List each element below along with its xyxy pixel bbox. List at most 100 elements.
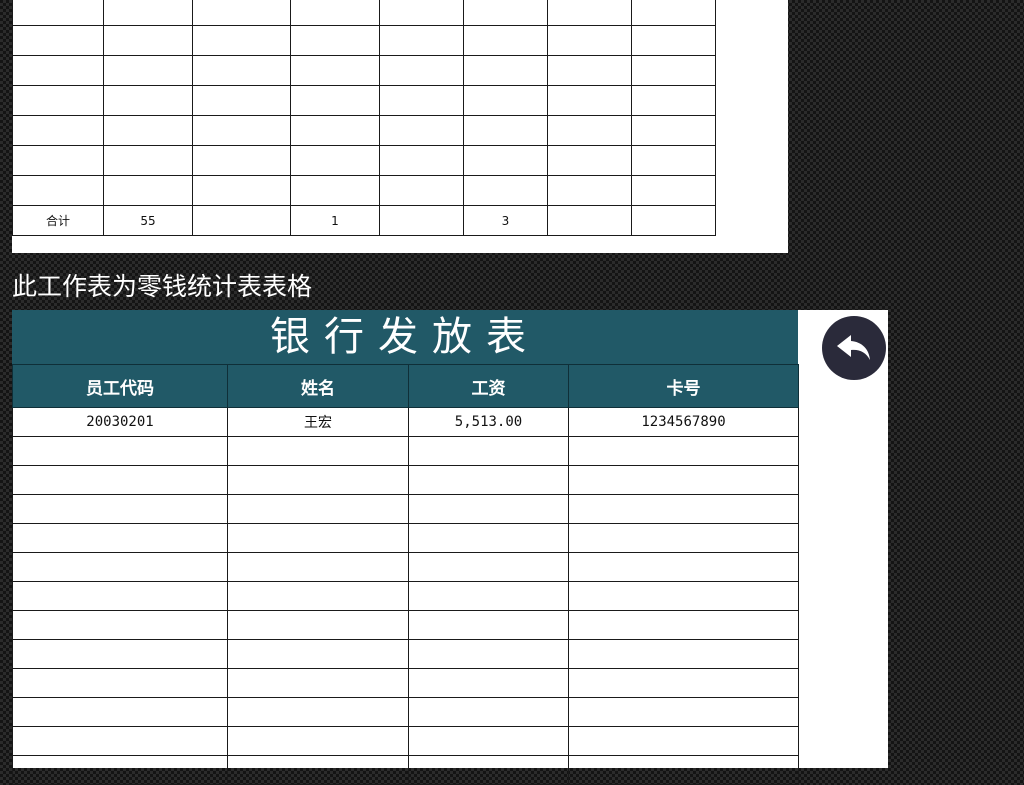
- table-cell[interactable]: [408, 465, 569, 495]
- table-cell[interactable]: [192, 0, 291, 26]
- table-cell[interactable]: [192, 55, 291, 86]
- table-cell[interactable]: [408, 668, 569, 698]
- table-cell[interactable]: [12, 436, 228, 466]
- table-cell[interactable]: [227, 610, 409, 640]
- table-cell[interactable]: [227, 668, 409, 698]
- table-cell[interactable]: [568, 465, 799, 495]
- table-cell[interactable]: [547, 25, 632, 56]
- table-cell[interactable]: [227, 697, 409, 727]
- table-cell[interactable]: [379, 25, 464, 56]
- table-cell[interactable]: [12, 115, 104, 146]
- table-cell[interactable]: [227, 552, 409, 582]
- table-cell[interactable]: [103, 85, 193, 116]
- table-cell[interactable]: [547, 145, 632, 176]
- table-cell[interactable]: [463, 145, 548, 176]
- table-cell[interactable]: [12, 610, 228, 640]
- back-button[interactable]: [822, 316, 886, 380]
- table-cell[interactable]: [463, 0, 548, 26]
- table-cell[interactable]: [568, 755, 799, 785]
- table-cell[interactable]: [103, 115, 193, 146]
- table-cell[interactable]: [568, 697, 799, 727]
- table-cell[interactable]: [290, 175, 380, 206]
- table-cell[interactable]: [379, 205, 464, 236]
- table-cell[interactable]: [290, 55, 380, 86]
- table-cell[interactable]: [290, 145, 380, 176]
- table-cell[interactable]: 合计: [12, 205, 104, 236]
- table-cell[interactable]: [631, 145, 716, 176]
- table-cell[interactable]: [631, 85, 716, 116]
- table-cell[interactable]: [192, 175, 291, 206]
- table-cell[interactable]: [12, 726, 228, 756]
- table-cell[interactable]: [12, 55, 104, 86]
- table-cell[interactable]: [408, 610, 569, 640]
- table-cell[interactable]: [290, 25, 380, 56]
- table-cell[interactable]: [12, 175, 104, 206]
- table-cell[interactable]: [192, 25, 291, 56]
- table-cell[interactable]: [547, 205, 632, 236]
- table-cell[interactable]: [408, 697, 569, 727]
- table-cell[interactable]: [463, 55, 548, 86]
- table-cell[interactable]: [408, 639, 569, 669]
- table-cell[interactable]: [568, 668, 799, 698]
- table-cell[interactable]: [227, 494, 409, 524]
- table-cell[interactable]: [568, 726, 799, 756]
- table-cell[interactable]: [227, 639, 409, 669]
- table-cell[interactable]: [12, 523, 228, 553]
- table-cell[interactable]: [103, 0, 193, 26]
- table-cell[interactable]: [290, 0, 380, 26]
- table-cell[interactable]: [631, 55, 716, 86]
- table-cell[interactable]: [379, 115, 464, 146]
- table-cell[interactable]: [408, 494, 569, 524]
- table-cell[interactable]: [547, 115, 632, 146]
- table-cell[interactable]: [103, 55, 193, 86]
- table-cell[interactable]: [103, 145, 193, 176]
- table-cell[interactable]: [408, 552, 569, 582]
- table-cell[interactable]: [227, 726, 409, 756]
- table-cell[interactable]: [103, 25, 193, 56]
- table-cell[interactable]: [227, 523, 409, 553]
- table-cell[interactable]: 1: [290, 205, 380, 236]
- table-cell[interactable]: [463, 25, 548, 56]
- table-cell[interactable]: [631, 0, 716, 26]
- table-cell[interactable]: [192, 85, 291, 116]
- table-cell[interactable]: [568, 552, 799, 582]
- table-cell[interactable]: [379, 0, 464, 26]
- table-cell[interactable]: [408, 436, 569, 466]
- table-cell[interactable]: [227, 465, 409, 495]
- table-cell[interactable]: [12, 668, 228, 698]
- table-cell[interactable]: [227, 755, 409, 785]
- table-cell[interactable]: [227, 436, 409, 466]
- table-cell[interactable]: [12, 581, 228, 611]
- table-cell[interactable]: [463, 115, 548, 146]
- table-cell[interactable]: [568, 494, 799, 524]
- table-cell[interactable]: [192, 145, 291, 176]
- table-cell[interactable]: [631, 25, 716, 56]
- table-cell[interactable]: [463, 85, 548, 116]
- table-cell[interactable]: 5,513.00: [408, 407, 569, 437]
- table-cell[interactable]: [103, 175, 193, 206]
- table-cell[interactable]: 王宏: [227, 407, 409, 437]
- table-cell[interactable]: [631, 205, 716, 236]
- table-cell[interactable]: [547, 0, 632, 26]
- table-cell[interactable]: [408, 581, 569, 611]
- table-cell[interactable]: [192, 115, 291, 146]
- table-cell[interactable]: [568, 436, 799, 466]
- table-cell[interactable]: [12, 465, 228, 495]
- table-cell[interactable]: [408, 523, 569, 553]
- table-cell[interactable]: 55: [103, 205, 193, 236]
- table-cell[interactable]: [568, 610, 799, 640]
- table-cell[interactable]: [12, 494, 228, 524]
- table-cell[interactable]: [192, 205, 291, 236]
- table-cell[interactable]: [227, 581, 409, 611]
- table-cell[interactable]: [631, 115, 716, 146]
- table-cell[interactable]: [379, 55, 464, 86]
- table-cell[interactable]: [463, 175, 548, 206]
- table-cell[interactable]: [547, 175, 632, 206]
- table-cell[interactable]: [290, 85, 380, 116]
- table-cell[interactable]: [379, 175, 464, 206]
- table-cell[interactable]: [12, 697, 228, 727]
- table-cell[interactable]: [12, 755, 228, 785]
- table-cell[interactable]: [379, 85, 464, 116]
- table-cell[interactable]: [12, 0, 104, 26]
- table-cell[interactable]: [547, 55, 632, 86]
